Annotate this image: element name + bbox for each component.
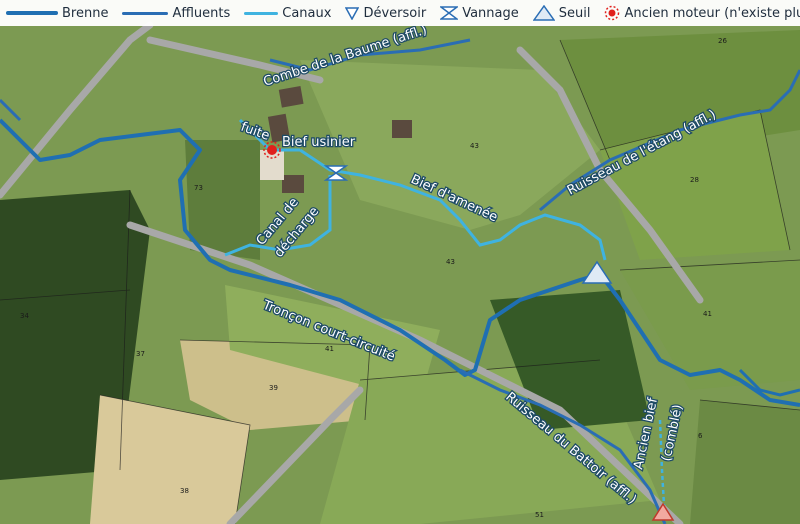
field-6 [690,400,800,524]
legend-seuil-label: Seuil [558,5,591,21]
legend-vannage-label: Vannage [462,5,519,21]
label-bief-usinier: Bief usinier [282,135,356,150]
canaux-line-icon [244,11,279,15]
parcel-28: 28 [690,176,699,184]
parcel-39: 39 [269,384,278,392]
parcel-43b: 43 [446,258,455,266]
parcel-41a: 41 [325,345,334,353]
brenne-line-icon [6,11,58,15]
legend-affluents-label: Affluents [172,5,231,21]
legend-deversoir: Déversoir [345,6,426,21]
legend-vannage: Vannage [440,6,519,21]
parcel-51: 51 [535,511,544,519]
parcel-26: 26 [718,37,727,45]
deversoir-icon [345,6,360,20]
legend-affluents: Affluents [122,6,230,21]
parcel-41b: 41 [703,310,712,318]
legend: Brenne Affluents Canaux Déversoir Vannag… [0,0,800,26]
legend-canaux-label: Canaux [282,5,332,21]
parcel-37: 37 [136,350,145,358]
parcel-43a: 43 [470,142,479,150]
vannage-legend-icon [440,6,459,20]
parcel-6: 6 [698,432,703,440]
parcel-73: 73 [194,184,203,192]
legend-canaux: Canaux [244,6,331,21]
legend-ancien-moteur: Ancien moteur (n'existe plus) [604,5,800,21]
legend-ancien-moteur-label: Ancien moteur (n'existe plus) [624,5,800,21]
map: Combe de la Baume (affl.) fuite Bief usi… [0,0,800,524]
legend-seuil: Seuil [532,5,591,21]
parcel-38: 38 [180,487,189,495]
moteur-legend-icon [605,5,620,21]
map-canvas: Combe de la Baume (affl.) fuite Bief usi… [0,0,800,524]
affluents-line-icon [122,11,169,15]
parcel-34: 34 [20,312,29,320]
seuil-legend-icon [532,5,555,21]
legend-deversoir-label: Déversoir [363,5,427,21]
legend-brenne: Brenne [6,6,108,21]
legend-brenne-label: Brenne [62,5,109,21]
